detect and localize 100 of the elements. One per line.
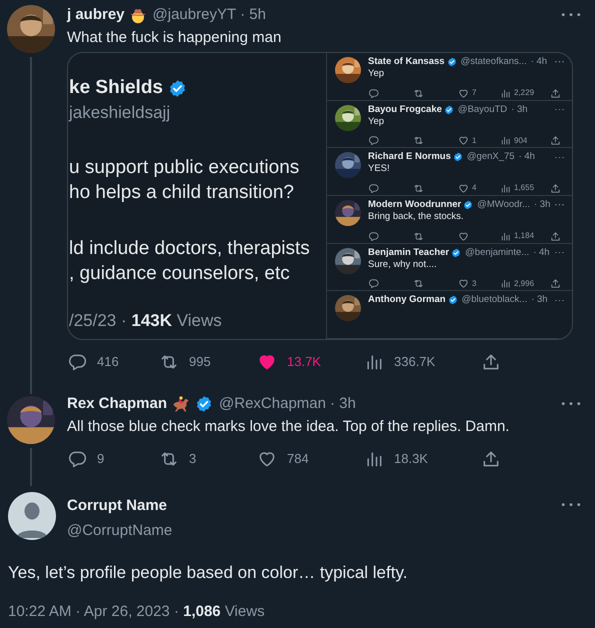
more-button[interactable]	[561, 503, 581, 506]
timestamp: · 3h	[531, 294, 548, 306]
view-count: 1,184	[514, 230, 534, 242]
reply-icon	[368, 230, 379, 242]
retweet-icon	[413, 278, 424, 290]
share-button[interactable]	[481, 449, 501, 469]
reply-text: YES!	[368, 163, 391, 176]
reply-text: Yep	[368, 116, 386, 128]
reply-button[interactable]: 416	[67, 352, 119, 372]
more-icon	[561, 402, 581, 406]
user-handle: @MWoodr...	[477, 199, 530, 212]
retweet-button[interactable]: 3	[159, 449, 196, 469]
display-name[interactable]: Corrupt Name	[67, 495, 172, 518]
views-button[interactable]: 336.7K	[364, 352, 436, 372]
bar-chart-icon	[500, 88, 511, 98]
cowboy-hat-face-icon	[128, 6, 147, 24]
like-count: 4	[472, 182, 476, 194]
tweet-text: Yes, let’s profile people based on color… typical lefty.	[7, 562, 408, 584]
share-icon	[550, 182, 561, 194]
user-handle: @BayouTD	[458, 104, 508, 116]
like-button[interactable]: 13.7K	[257, 352, 321, 372]
heart-icon	[458, 182, 469, 194]
user-handle: @benjaminte...	[465, 246, 530, 259]
bar-chart-icon	[500, 182, 511, 194]
user-handle[interactable]: @jaubreyYT	[152, 4, 236, 26]
display-name: Richard E Normus	[368, 151, 451, 164]
reply-text: Yep	[368, 68, 386, 80]
user-handle: @stateofkans...	[460, 56, 527, 68]
heart-icon	[458, 278, 469, 290]
user-handle: @bluetoblack...	[462, 294, 528, 306]
like-count: 3	[472, 278, 476, 290]
heart-icon	[458, 88, 469, 98]
quoted-text: ld include doctors, therapists , guidance counselors, etc	[69, 237, 311, 286]
tweet-text: All those blue check marks love the idea. Top of the replies. Damn.	[67, 417, 510, 437]
quoted-text: u support public executions ho helps a child transition?	[69, 156, 300, 205]
timestamp[interactable]: · 5h	[240, 4, 266, 26]
share-icon	[481, 449, 501, 469]
timestamp: · 4h	[533, 246, 550, 259]
view-count: 2,229	[514, 87, 534, 99]
more-button[interactable]	[561, 13, 581, 17]
more-icon	[561, 13, 581, 17]
retweet-button[interactable]: 995	[159, 352, 211, 372]
default-avatar-icon	[8, 492, 56, 540]
more-button[interactable]	[561, 402, 581, 406]
like-count: 7	[472, 87, 476, 99]
views-button[interactable]: 18.3K	[364, 449, 428, 469]
reply-icon	[368, 182, 379, 194]
reply-icon	[67, 449, 87, 469]
bar-chart-icon	[500, 278, 511, 290]
share-icon	[550, 278, 561, 290]
tweet-timestamp: 10:22 AM · Apr 26, 2023 · 1,086 Views	[7, 602, 266, 622]
reply-text: Sure, why not....	[368, 258, 438, 271]
display-name: Benjamin Teacher	[368, 246, 450, 259]
display-name[interactable]: Rex Chapman	[67, 392, 168, 416]
display-name[interactable]: j aubrey	[67, 4, 125, 26]
reply-icon	[368, 88, 379, 98]
screenshot-card[interactable]	[67, 52, 573, 340]
reply-icon	[368, 278, 379, 290]
quoted-footer: /25/23 · 143K Views	[69, 308, 326, 334]
heart-icon	[257, 352, 277, 372]
heart-icon	[257, 449, 277, 469]
like-count: 1	[472, 134, 476, 147]
tweet-text: What the fuck is happening man	[67, 28, 282, 48]
timestamp: · 4h	[530, 56, 548, 68]
user-handle: jakeshieldsajj	[69, 102, 172, 124]
view-count: 1,655	[514, 182, 534, 194]
user-handle[interactable]: @RexChapman	[219, 392, 326, 416]
reply-icon	[67, 352, 87, 372]
display-name: Modern Woodrunner	[368, 199, 462, 212]
share-icon	[550, 88, 561, 98]
heart-icon	[458, 230, 469, 242]
bar-chart-icon	[500, 230, 511, 242]
timestamp: · 3h	[534, 199, 550, 212]
reply-button[interactable]: 9	[67, 449, 104, 469]
share-icon	[550, 230, 561, 242]
display-name: Anthony Gorman	[368, 294, 446, 306]
display-name: ke Shields	[69, 76, 163, 100]
timestamp[interactable]: · 3h	[330, 392, 356, 416]
user-handle[interactable]: @CorruptName	[67, 520, 172, 542]
share-button[interactable]	[481, 352, 501, 372]
share-icon	[481, 352, 501, 372]
timestamp: · 4h	[518, 151, 535, 164]
view-count: 2,996	[514, 278, 534, 290]
more-icon	[561, 503, 581, 506]
view-count: 904	[514, 134, 528, 147]
retweet-icon	[413, 230, 424, 242]
retweet-icon	[413, 182, 424, 194]
display-name: Bayou Frogcake	[368, 104, 442, 116]
heart-icon	[458, 135, 469, 146]
retweet-icon	[413, 135, 424, 146]
share-icon	[550, 135, 561, 146]
horse-rider-icon	[171, 395, 192, 413]
timestamp: · 3h	[511, 104, 528, 116]
bar-chart-icon	[500, 135, 511, 146]
retweet-icon	[413, 88, 424, 98]
display-name: State of Kansass	[368, 56, 445, 68]
like-button[interactable]: 784	[257, 449, 309, 469]
reply-icon	[368, 135, 379, 146]
user-handle: @genX_75	[466, 151, 515, 164]
reply-text: Bring back, the stocks.	[368, 211, 465, 224]
